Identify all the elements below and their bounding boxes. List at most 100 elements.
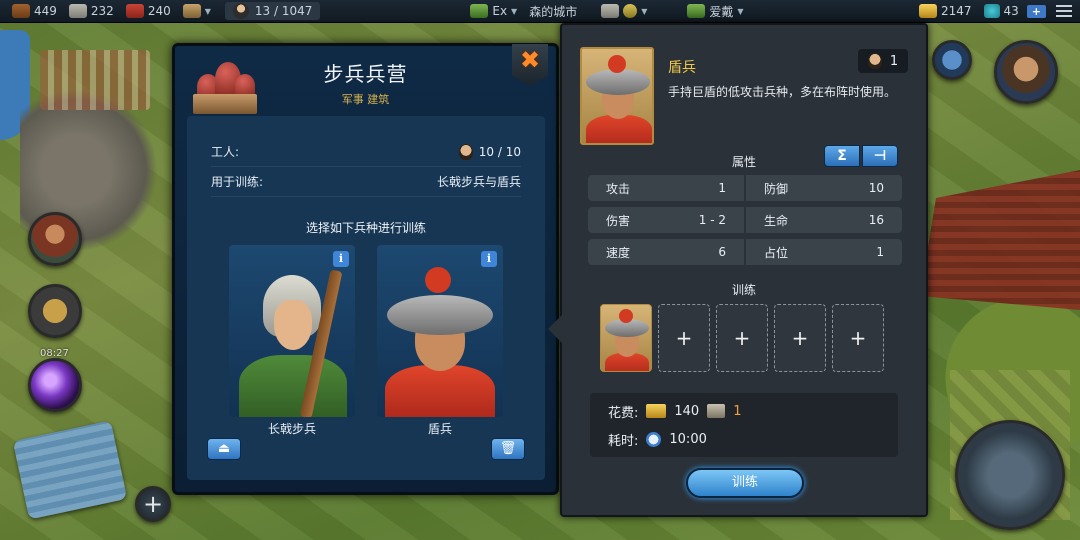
bowl-icon <box>623 4 638 18</box>
upgrade-button[interactable]: ⏏ <box>207 438 241 460</box>
food-resource[interactable]: 240 <box>125 4 171 18</box>
stat-speed: 速度 6 <box>588 239 744 265</box>
population-counter[interactable]: 13 / 1047 <box>224 2 321 20</box>
menu-icon[interactable] <box>1056 5 1072 17</box>
feather-icon <box>601 4 620 18</box>
laurel-icon <box>470 4 489 18</box>
time-value: 10:00 <box>669 431 707 447</box>
stat-label: 速度 <box>606 245 631 260</box>
demolish-button[interactable]: 🗑 <box>491 438 525 460</box>
gem-icon <box>983 4 1000 18</box>
sum-button[interactable]: Σ <box>824 145 860 167</box>
palace-roof[interactable] <box>920 170 1080 310</box>
clock-icon <box>646 431 662 447</box>
stat-value: 1 <box>718 181 726 195</box>
stat-value: 10 <box>868 181 884 195</box>
buy-gems-button[interactable]: + <box>1026 4 1046 18</box>
time-label: 耗时: <box>608 433 639 449</box>
train-button[interactable]: 训练 <box>686 468 804 498</box>
material-icon <box>707 404 726 418</box>
unit-detail-panel: 盾兵 手持巨盾的低攻击兵种，多在布阵时使用。 1 属性 Σ ⊣ 攻击 1 防御 … <box>548 23 928 517</box>
workers-row: 工人: 10 / 10 <box>211 137 521 167</box>
stat-value: 1 - 2 <box>698 213 726 227</box>
stat-label: 防御 <box>764 181 789 196</box>
gem-amount: 43 <box>1003 4 1019 18</box>
queue-slot-empty[interactable]: + <box>774 304 826 372</box>
stat-row: 攻击 1 防御 10 <box>588 175 902 201</box>
scales-icon[interactable] <box>28 284 82 338</box>
stat-attack: 攻击 1 <box>588 175 744 201</box>
building-menu[interactable]: ▼ <box>182 4 211 18</box>
unit-name-pikeman: 长戟步兵 <box>267 422 316 436</box>
shieldman-portrait <box>377 245 503 417</box>
train-for-label: 用于训练: <box>211 175 264 189</box>
close-icon: ✖ <box>519 46 541 74</box>
stats-table: 攻击 1 防御 10 伤害 1 - 2 生命 16 速度 6 占位 1 <box>588 175 902 271</box>
mood-label: 爱戴 <box>709 4 734 19</box>
chevron-down-icon: ▼ <box>204 6 211 16</box>
leader-portrait-button[interactable] <box>994 40 1058 104</box>
stat-row: 速度 6 占位 1 <box>588 239 902 265</box>
world-map-button[interactable] <box>932 40 972 80</box>
training-title: 训练 <box>731 283 756 297</box>
advisor-button[interactable] <box>28 212 82 266</box>
ex-menu[interactable]: Ex ▼ <box>470 4 517 18</box>
city-name-label: 森的城市 <box>529 4 578 19</box>
gold-amount: 2147 <box>940 4 972 18</box>
pikeman-portrait <box>229 245 355 417</box>
queue-slot-empty[interactable]: + <box>658 304 710 372</box>
wood-resource[interactable]: 449 <box>12 4 57 18</box>
barracks-body: 工人: 10 / 10 用于训练: 长戟步兵与盾兵 选择如下兵种进行训练 i 长… <box>187 116 545 480</box>
gold-resource[interactable]: 2147 <box>918 4 972 18</box>
stone-icon <box>68 4 87 18</box>
select-unit-prompt: 选择如下兵种进行训练 <box>305 221 426 235</box>
cost-box: 花费: 140 1 耗时: 10:00 <box>590 393 898 457</box>
unit-description: 手持巨盾的低攻击兵种，多在布阵时使用。 <box>668 85 897 99</box>
chevron-down-icon: ▼ <box>511 6 518 16</box>
queue-slot-empty[interactable]: + <box>832 304 884 372</box>
stat-label: 占位 <box>764 245 789 260</box>
stat-value: 16 <box>868 213 884 227</box>
barracks-dialog: 步兵兵营 军事 建筑 ✖ 工人: 10 / 10 用于训练: 长戟步兵与盾兵 选… <box>172 43 559 495</box>
stat-row: 伤害 1 - 2 生命 16 <box>588 207 902 233</box>
gem-resource[interactable]: 43 + <box>983 4 1046 18</box>
stat-label: 攻击 <box>606 181 631 196</box>
stone-resource[interactable]: 232 <box>68 4 114 18</box>
wreath-icon <box>687 4 706 18</box>
gold-icon <box>918 4 937 18</box>
magic-orb-button[interactable] <box>28 358 82 412</box>
build-hammer-button[interactable] <box>955 420 1065 530</box>
village-buildings[interactable] <box>40 50 150 110</box>
stat-health: 生命 16 <box>746 207 902 233</box>
barracks-header: 步兵兵营 军事 建筑 ✖ <box>175 44 556 118</box>
tech-tree-button[interactable]: ⊣ <box>862 145 898 167</box>
ex-label: Ex <box>492 4 508 18</box>
city-name[interactable]: 森的城市 <box>529 3 577 20</box>
wood-icon <box>12 4 30 18</box>
queue-slot-filled[interactable] <box>600 304 652 372</box>
food-amount: 240 <box>147 4 171 18</box>
queue-slot-empty[interactable]: + <box>716 304 768 372</box>
population-value: 13 / 1047 <box>254 4 313 18</box>
workers-label: 工人: <box>211 145 240 159</box>
research-menu[interactable]: ▼ <box>601 4 647 18</box>
stat-value: 6 <box>718 245 726 259</box>
stat-label: 生命 <box>764 213 789 228</box>
unit-card-shieldman[interactable]: i <box>377 245 503 417</box>
unit-card-pikeman[interactable]: i <box>229 245 355 417</box>
upgrade-icon: ⏏ <box>217 441 231 456</box>
info-icon[interactable]: i <box>481 251 497 267</box>
stat-value: 1 <box>876 245 884 259</box>
info-icon[interactable]: i <box>333 251 349 267</box>
barracks-building-icon <box>189 52 259 118</box>
citizen-icon <box>232 3 249 19</box>
resource-bar: 449 232 240 ▼ 13 / 1047 Ex ▼ 森的城市 ▼ 爱戴 ▼… <box>0 0 1080 23</box>
trash-icon: 🗑 <box>499 441 517 456</box>
cost-label: 花费: <box>608 405 639 421</box>
training-queue: + + + + <box>600 304 884 372</box>
stat-label: 伤害 <box>606 213 631 228</box>
add-button[interactable]: + <box>135 486 171 522</box>
mood-menu[interactable]: 爱戴 ▼ <box>687 3 744 20</box>
building-icon <box>182 4 201 18</box>
stat-defense: 防御 10 <box>746 175 902 201</box>
